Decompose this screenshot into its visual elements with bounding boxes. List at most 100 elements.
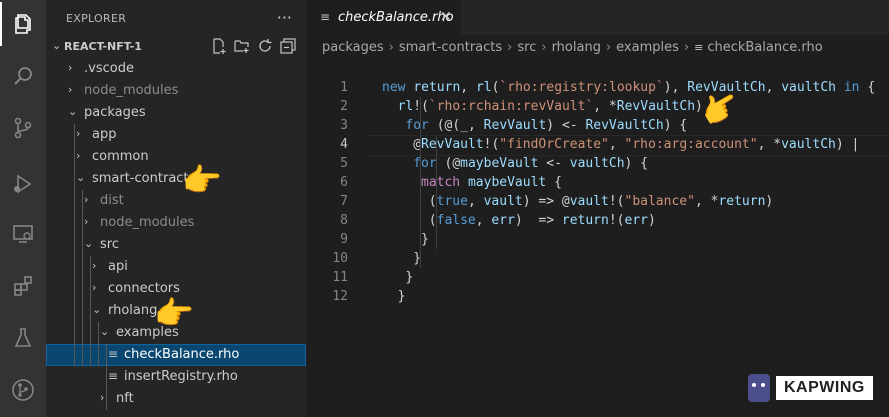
remote-explorer-icon[interactable] [0, 212, 46, 256]
code-token: rl [475, 80, 492, 95]
code-token: !( [413, 99, 429, 114]
chevron-right-icon: › [76, 149, 81, 162]
tree-item-label: insertRegistry.rho [124, 369, 238, 384]
tree-item-label: rholang [108, 303, 158, 318]
code-token: <- [538, 156, 570, 171]
more-actions-button[interactable]: ··· [277, 8, 292, 27]
tree-item-label: common [92, 149, 149, 164]
breadcrumb-item[interactable]: rholang [552, 40, 601, 55]
git-graph-icon[interactable] [0, 368, 46, 412]
code-token: ) | [835, 137, 860, 152]
code-token: { [859, 80, 876, 95]
search-icon[interactable] [0, 54, 46, 98]
tree-folder-item[interactable]: › app [46, 124, 306, 146]
extensions-icon[interactable] [0, 264, 46, 308]
line-number: 11 [332, 270, 348, 285]
tab-label: checkBalance.rho [338, 10, 454, 25]
run-debug-icon[interactable] [0, 162, 46, 206]
tree-folder-item[interactable]: › node_modules [46, 212, 306, 234]
code-token: vaultCh [569, 156, 625, 171]
new-folder-icon[interactable] [234, 38, 250, 58]
code-line: } [405, 268, 413, 287]
code-line: match maybeVault { [421, 173, 562, 192]
indent-guide [82, 190, 83, 366]
code-token: return [718, 194, 766, 209]
indent-guide [420, 97, 421, 268]
tree-folder-item[interactable]: ⌄ packages [46, 102, 306, 124]
tree-file-item[interactable]: ≡ checkBalance.rho [46, 344, 306, 366]
tree-folder-item[interactable]: › node_modules [46, 80, 306, 102]
chevron-down-icon: ⌄ [76, 171, 86, 184]
code-token: , [468, 118, 484, 133]
chevron-right-icon: › [76, 127, 81, 140]
new-file-icon[interactable] [211, 38, 227, 58]
chevron-down-icon: ⌄ [84, 237, 94, 250]
code-token: !( [608, 194, 625, 209]
breadcrumb-item[interactable]: src [517, 40, 536, 55]
chevron-down-icon: ⌄ [100, 325, 110, 338]
collapse-all-icon[interactable] [280, 38, 296, 58]
code-token: for [405, 118, 429, 133]
code-token: "findOrCreate" [499, 137, 609, 152]
code-line: new return, rl(`rho:registry:lookup`), R… [382, 78, 875, 97]
code-token: return [413, 80, 461, 95]
breadcrumb: packages › smart-contracts › src › rholang › exa… [322, 40, 823, 62]
code-token: } [421, 232, 429, 247]
line-number: 3 [340, 118, 348, 133]
explorer-icon[interactable] [0, 2, 46, 46]
tree-folder-item[interactable]: › .vscode [46, 58, 306, 80]
code-token: in [836, 80, 860, 95]
tree-folder-item[interactable]: › nft [46, 388, 306, 410]
file-lines-icon: ≡ [694, 41, 704, 54]
code-line: rl!(`rho:rchain:revVault`, *RevVaultCh) [398, 97, 703, 116]
code-token: true [436, 194, 468, 209]
chevron-right-icon: › [68, 83, 73, 96]
testing-flask-icon[interactable] [0, 316, 46, 360]
code-token: false [436, 213, 476, 228]
tree-folder-item[interactable]: ⌄ smart-contracts [46, 168, 306, 190]
tree-file-item[interactable]: ≡ insertRegistry.rho [46, 366, 306, 388]
tree-folder-item[interactable]: › dist [46, 190, 306, 212]
code-token: ) { [624, 156, 649, 171]
sidebar-title: EXPLORER [66, 12, 127, 25]
code-token: , [475, 213, 492, 228]
chevron-right-icon: › [388, 40, 394, 55]
code-line: for (@(_, RevVault) <- RevVaultCh) { [405, 116, 687, 135]
breadcrumb-item[interactable]: packages [322, 40, 384, 55]
breadcrumb-item[interactable]: examples [616, 40, 679, 55]
code-token: ) [765, 194, 774, 209]
code-token: rl [397, 99, 414, 114]
breadcrumb-item[interactable]: smart-contracts [399, 40, 502, 55]
source-control-icon[interactable] [0, 106, 46, 150]
breadcrumb-item[interactable]: checkBalance.rho [707, 40, 822, 55]
code-token: ) => [514, 213, 562, 228]
refresh-icon[interactable] [257, 38, 273, 58]
code-token: err [491, 213, 515, 228]
indent-guide [98, 322, 99, 366]
code-token: , [460, 80, 476, 95]
close-icon[interactable]: ✕ [440, 9, 452, 25]
line-number: 6 [340, 175, 348, 190]
tree-item-label: packages [84, 105, 146, 120]
code-token: for [413, 156, 437, 171]
line-number: 8 [340, 213, 348, 228]
code-token: RevVault [421, 137, 484, 152]
chevron-right-icon: › [92, 259, 97, 272]
project-section-header[interactable]: ⌄ REACT-NFT-1 [46, 36, 306, 58]
tab-checkbalance[interactable]: ≡ checkBalance.rho ✕ [306, 0, 461, 35]
code-token: RevVaultCh [585, 118, 664, 133]
code-token: match [421, 175, 461, 190]
tree-item-label: smart-contracts [92, 171, 196, 186]
code-line: } [421, 230, 429, 249]
kapwing-logo-icon [748, 374, 770, 402]
tree-item-label: .vscode [84, 61, 134, 76]
tree-folder-item[interactable]: › common [46, 146, 306, 168]
code-token: vaultCh [781, 137, 836, 152]
code-token: (@ [436, 156, 461, 171]
tree-folder-item[interactable]: ⌄ src [46, 234, 306, 256]
code-token: "balance" [624, 194, 695, 209]
code-token: `rho:rchain:revVault` [428, 99, 594, 114]
tree-item-label: app [92, 127, 117, 142]
tree-folder-item[interactable]: › api [46, 256, 306, 278]
chevron-down-icon: ⌄ [68, 105, 78, 118]
